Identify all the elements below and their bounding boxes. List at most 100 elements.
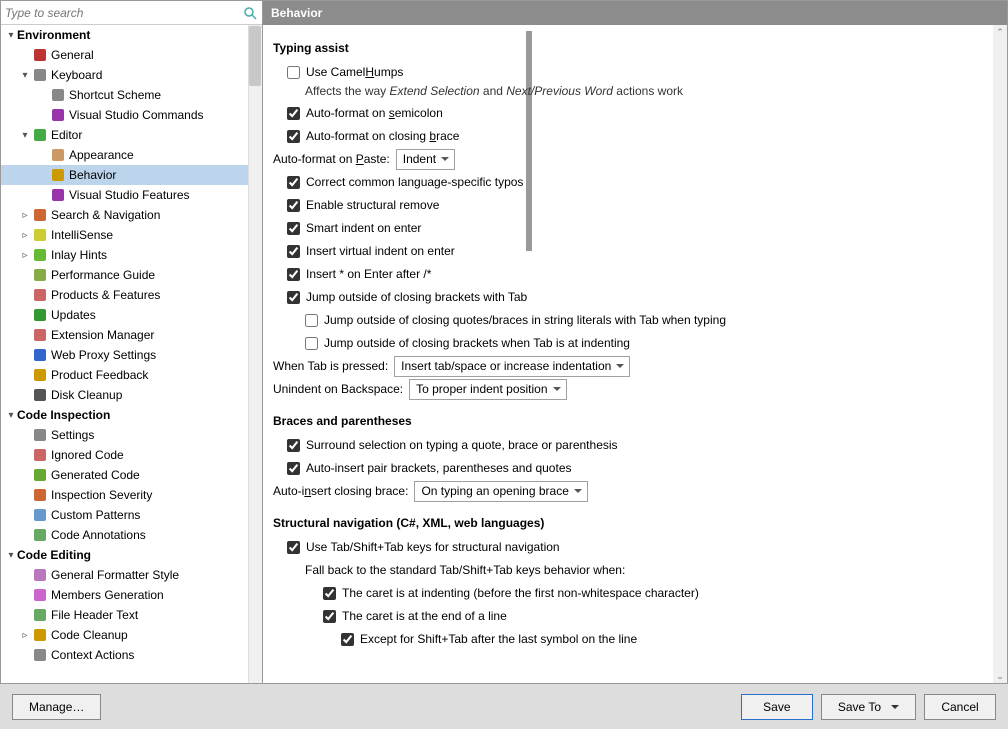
tree-item-members-generation[interactable]: Members Generation: [1, 585, 262, 605]
tree-item-keyboard[interactable]: ▾ Keyboard: [1, 65, 262, 85]
tree-item-settings[interactable]: Settings: [1, 425, 262, 445]
checkbox-structural-remove[interactable]: Enable structural remove: [287, 198, 439, 212]
tree-item-label: Inlay Hints: [51, 248, 107, 262]
snail-icon: [32, 267, 48, 283]
tree-item-code-editing[interactable]: ▾Code Editing: [1, 545, 262, 565]
keyboard-icon: [32, 67, 48, 83]
manage-button[interactable]: Manage…: [12, 694, 101, 720]
tree-item-web-proxy-settings[interactable]: Web Proxy Settings: [1, 345, 262, 365]
tree-item-code-annotations[interactable]: Code Annotations: [1, 525, 262, 545]
tree-item-behavior[interactable]: Behavior: [1, 165, 262, 185]
content-pane: Behavior Typing assist Use CamelHumps Af…: [263, 1, 1007, 683]
dropdown-closing-brace[interactable]: On typing an opening brace: [414, 481, 587, 502]
tree-item-label: Keyboard: [51, 68, 102, 82]
tree-arrow-icon[interactable]: ▾: [5, 410, 17, 421]
tree-item-label: Disk Cleanup: [51, 388, 122, 402]
checkbox-jump-tab[interactable]: Jump outside of closing brackets with Ta…: [287, 290, 527, 304]
tree-item-appearance[interactable]: Appearance: [1, 145, 262, 165]
checkbox-caret-end[interactable]: The caret is at the end of a line: [323, 609, 507, 623]
tree-item-label: Members Generation: [51, 588, 164, 602]
tree-item-extension-manager[interactable]: Extension Manager: [1, 325, 262, 345]
cancel-button[interactable]: Cancel: [924, 694, 996, 720]
checkbox-smart-indent[interactable]: Smart indent on enter: [287, 221, 421, 235]
tree-item-environment[interactable]: ▾Environment: [1, 25, 262, 45]
save-to-button[interactable]: Save To: [821, 694, 916, 720]
tree-arrow-icon[interactable]: ▹: [19, 630, 31, 641]
checkbox-jump-indent[interactable]: Jump outside of closing brackets when Ta…: [305, 336, 630, 350]
checkbox-surround[interactable]: Surround selection on typing a quote, br…: [287, 438, 618, 452]
tree-item-context-actions[interactable]: Context Actions: [1, 645, 262, 665]
tree-arrow-icon[interactable]: ▾: [19, 130, 31, 141]
tree-item-label: Visual Studio Commands: [69, 108, 204, 122]
tree-arrow-icon[interactable]: ▹: [19, 230, 31, 241]
checkbox-autoformat-brace[interactable]: Auto-format on closing brace: [287, 129, 459, 143]
checkbox-except-shift-tab[interactable]: Except for Shift+Tab after the last symb…: [341, 632, 637, 646]
tree-item-label: Extension Manager: [51, 328, 154, 342]
tree-item-inlay-hints[interactable]: ▹ Inlay Hints: [1, 245, 262, 265]
disk-icon: [32, 387, 48, 403]
tree-item-generated-code[interactable]: Generated Code: [1, 465, 262, 485]
rs-icon: [32, 47, 48, 63]
tree-item-updates[interactable]: Updates: [1, 305, 262, 325]
tree-item-ignored-code[interactable]: Ignored Code: [1, 445, 262, 465]
update-icon: [32, 307, 48, 323]
tree-item-label: Environment: [17, 28, 90, 42]
tree-item-inspection-severity[interactable]: Inspection Severity: [1, 485, 262, 505]
search-icon[interactable]: [242, 5, 258, 21]
section-typing-assist: Typing assist: [273, 41, 991, 55]
section-structural-nav: Structural navigation (C#, XML, web lang…: [273, 516, 991, 530]
tree-arrow-icon[interactable]: ▾: [5, 30, 17, 41]
tree-arrow-icon[interactable]: ▾: [19, 70, 31, 81]
tree-arrow-icon[interactable]: ▹: [19, 250, 31, 261]
tree-item-products-features[interactable]: Products & Features: [1, 285, 262, 305]
bulb-icon: [32, 227, 48, 243]
checkbox-caret-indenting[interactable]: The caret is at indenting (before the fi…: [323, 586, 699, 600]
ext-icon: [32, 327, 48, 343]
checkbox-autoinsert-pair[interactable]: Auto-insert pair brackets, parentheses a…: [287, 461, 572, 475]
tree-item-search-navigation[interactable]: ▹Search & Navigation: [1, 205, 262, 225]
save-button[interactable]: Save: [741, 694, 813, 720]
footer: Manage… Save Save To Cancel: [0, 683, 1008, 729]
tree-item-label: Code Inspection: [17, 408, 110, 422]
tree-item-performance-guide[interactable]: Performance Guide: [1, 265, 262, 285]
tree-item-product-feedback[interactable]: Product Feedback: [1, 365, 262, 385]
search-input[interactable]: [5, 6, 242, 20]
tree-item-intellisense[interactable]: ▹IntelliSense: [1, 225, 262, 245]
checkbox-camelhumps[interactable]: Use CamelHumps: [287, 65, 403, 79]
checkbox-virtual-indent[interactable]: Insert virtual indent on enter: [287, 244, 455, 258]
vs-icon: [50, 107, 66, 123]
dropdown-tab-pressed[interactable]: Insert tab/space or increase indentation: [394, 356, 630, 377]
tree-item-file-header-text[interactable]: File Header Text: [1, 605, 262, 625]
tree-item-disk-cleanup[interactable]: Disk Cleanup: [1, 385, 262, 405]
tree-item-general[interactable]: General: [1, 45, 262, 65]
tree-item-custom-patterns[interactable]: Custom Patterns: [1, 505, 262, 525]
tree-arrow-icon[interactable]: ▹: [19, 210, 31, 221]
checkbox-insert-star[interactable]: Insert * on Enter after /*: [287, 267, 431, 281]
tree-item-label: Generated Code: [51, 468, 140, 482]
tree-item-code-cleanup[interactable]: ▹Code Cleanup: [1, 625, 262, 645]
tree-item-visual-studio-commands[interactable]: Visual Studio Commands: [1, 105, 262, 125]
tree-item-shortcut-scheme[interactable]: Shortcut Scheme: [1, 85, 262, 105]
tree-arrow-icon[interactable]: ▾: [5, 550, 17, 561]
palette-icon: [50, 147, 66, 163]
tree-item-editor[interactable]: ▾Editor: [1, 125, 262, 145]
row-closing-brace: Auto-insert closing brace: On typing an …: [273, 480, 991, 502]
tree-item-label: General Formatter Style: [51, 568, 179, 582]
dropdown-unindent[interactable]: To proper indent position: [409, 379, 566, 400]
content-scrollbar[interactable]: ⌃ ⌄: [993, 25, 1007, 683]
tree-item-code-inspection[interactable]: ▾Code Inspection: [1, 405, 262, 425]
checkbox-autoformat-semicolon[interactable]: Auto-format on semicolon: [287, 106, 443, 120]
nav-tree: ▾EnvironmentGeneral▾KeyboardShortcut Sch…: [1, 25, 262, 683]
tree-item-label: Context Actions: [51, 648, 134, 662]
tree-scrollbar[interactable]: [248, 25, 262, 683]
vs-icon: [50, 187, 66, 203]
checkbox-jump-quotes[interactable]: Jump outside of closing quotes/braces in…: [305, 313, 726, 327]
wrench-icon: [32, 427, 48, 443]
checkbox-use-tab-structural[interactable]: Use Tab/Shift+Tab keys for structural na…: [287, 540, 560, 554]
tree-item-label: Custom Patterns: [51, 508, 140, 522]
tree-item-general-formatter-style[interactable]: General Formatter Style: [1, 565, 262, 585]
tree-item-visual-studio-features[interactable]: Visual Studio Features: [1, 185, 262, 205]
dropdown-paste[interactable]: Indent: [396, 149, 455, 170]
ignore-icon: [32, 447, 48, 463]
checkbox-typos[interactable]: Correct common language-specific typos: [287, 175, 523, 189]
